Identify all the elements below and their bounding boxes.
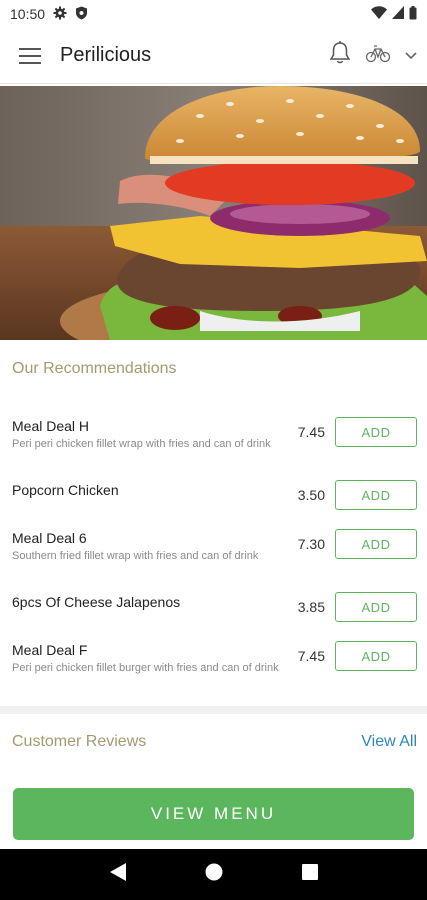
bikes-icon[interactable]: [365, 43, 391, 68]
item-name: Meal Deal F: [12, 642, 88, 658]
section-divider: [0, 706, 427, 714]
recents-icon[interactable]: [301, 864, 318, 885]
back-icon[interactable]: [109, 862, 127, 887]
battery-icon: [409, 5, 417, 23]
hamburger-menu-icon[interactable]: [10, 36, 50, 76]
item-description: Southern fried fillet wrap with fries an…: [12, 550, 259, 562]
add-button[interactable]: ADD: [335, 480, 417, 510]
settings-icon: [53, 6, 67, 23]
signal-icon: [392, 6, 404, 22]
view-menu-button[interactable]: VIEW MENU: [13, 788, 414, 840]
recommendations-title: Our Recommendations: [12, 360, 177, 377]
add-button[interactable]: ADD: [335, 592, 417, 622]
add-button[interactable]: ADD: [335, 641, 417, 671]
status-time: 10:50: [10, 6, 46, 22]
item-price: 7.45: [297, 648, 325, 664]
home-icon[interactable]: [205, 863, 223, 886]
shield-icon: [75, 6, 88, 23]
bell-icon[interactable]: [329, 41, 351, 70]
item-price: 3.50: [297, 487, 325, 503]
chevron-down-icon[interactable]: [405, 47, 417, 65]
item-price: 7.45: [297, 424, 325, 440]
hero-burger-image: [0, 86, 427, 340]
system-nav-bar: [0, 849, 427, 900]
view-all-link[interactable]: View All: [361, 733, 417, 751]
item-name: Meal Deal 6: [12, 530, 87, 546]
item-name: 6pcs Of Cheese Jalapenos: [12, 594, 181, 610]
status-bar: 10:50: [0, 0, 427, 28]
customer-reviews-title: Customer Reviews: [12, 733, 147, 750]
item-price: 3.85: [297, 599, 325, 615]
item-name: Meal Deal H: [12, 418, 90, 434]
item-name: Popcorn Chicken: [12, 482, 119, 498]
item-description: Peri peri chicken fillet wrap with fries…: [12, 438, 271, 450]
app-bar: Perilicious: [0, 28, 427, 84]
app-title: Perilicious: [60, 44, 152, 66]
item-description: Peri peri chicken fillet burger with fri…: [12, 662, 279, 674]
item-price: 7.30: [297, 536, 325, 552]
wifi-icon: [371, 6, 387, 22]
add-button[interactable]: ADD: [335, 417, 417, 447]
add-button[interactable]: ADD: [335, 529, 417, 559]
